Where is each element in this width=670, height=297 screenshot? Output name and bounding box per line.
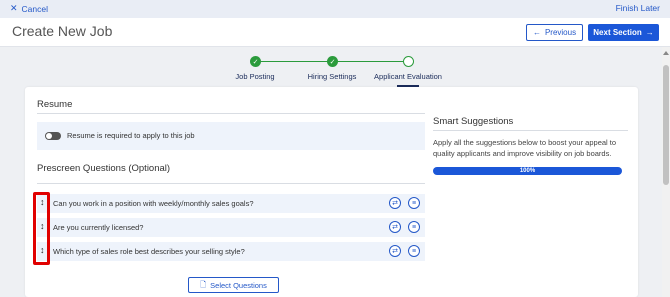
question-details-icon[interactable]: ≡	[408, 197, 420, 209]
page-header: Create New Job ← Previous Next Section →	[0, 18, 670, 47]
page-title: Create New Job	[12, 23, 113, 39]
question-details-icon[interactable]: ≡	[408, 221, 420, 233]
evaluation-card: Resume Resume is required to apply to th…	[25, 87, 638, 297]
question-text: Which type of sales role best describes …	[53, 247, 245, 256]
progress-label: 100%	[519, 168, 536, 174]
scroll-up-icon[interactable]	[663, 51, 669, 55]
previous-label: Previous	[544, 28, 577, 37]
cancel-label: Cancel	[21, 3, 49, 14]
edit-question-icon[interactable]: ⇄	[389, 221, 401, 233]
question-row: ↕ Are you currently licensed? ⇄ ≡	[37, 218, 425, 237]
close-icon: ✕	[10, 3, 18, 13]
arrow-left-icon: ←	[532, 28, 541, 37]
select-questions-button[interactable]: 🗋 Select Questions	[188, 277, 279, 293]
prescreen-section-title: Prescreen Questions (Optional)	[37, 163, 171, 174]
suggestions-progress-bar: 100%	[433, 167, 622, 175]
smart-suggestions-title: Smart Suggestions	[433, 116, 514, 127]
resume-setting: Resume is required to apply to this job	[37, 122, 425, 150]
select-questions-label: Select Questions	[210, 280, 267, 290]
step-connector	[338, 61, 404, 62]
question-row: ↕ Can you work in a position with weekly…	[37, 194, 425, 213]
question-details-icon[interactable]: ≡	[408, 245, 420, 257]
next-label: Next Section	[593, 28, 642, 37]
step-hiring-settings[interactable]: Hiring Settings	[308, 72, 357, 81]
divider	[37, 113, 425, 114]
step-applicant-evaluation[interactable]: Applicant Evaluation	[374, 72, 442, 81]
page-scrollbar[interactable]	[662, 47, 670, 297]
edit-question-icon[interactable]: ⇄	[389, 245, 401, 257]
question-row: ↕ Which type of sales role best describe…	[37, 242, 425, 261]
question-text: Can you work in a position with weekly/m…	[53, 199, 254, 208]
resume-required-toggle[interactable]	[45, 132, 61, 140]
resume-toggle-label: Resume is required to apply to this job	[67, 131, 195, 140]
drag-handles-highlight	[33, 192, 50, 265]
divider	[433, 130, 628, 131]
top-bar: ✕ Cancel Finish Later	[0, 0, 670, 18]
divider	[37, 183, 425, 184]
smart-suggestions-description: Apply all the suggestions below to boost…	[433, 138, 617, 158]
document-icon: 🗋	[200, 279, 207, 289]
progress-stepper: ✓ ✓ Job Posting Hiring Settings Applican…	[0, 52, 662, 87]
previous-button[interactable]: ← Previous	[526, 24, 583, 41]
check-icon: ✓	[250, 56, 261, 67]
finish-later-link[interactable]: Finish Later	[616, 3, 660, 13]
cancel-link[interactable]: ✕ Cancel	[10, 3, 48, 14]
question-text: Are you currently licensed?	[53, 223, 144, 232]
next-section-button[interactable]: Next Section →	[588, 24, 659, 41]
scrollbar-thumb[interactable]	[663, 65, 669, 185]
step-job-posting[interactable]: Job Posting	[235, 72, 274, 81]
resume-section-title: Resume	[37, 99, 73, 110]
arrow-right-icon: →	[645, 28, 654, 37]
current-step-icon	[403, 56, 414, 67]
check-icon: ✓	[327, 56, 338, 67]
step-connector	[261, 61, 333, 62]
edit-question-icon[interactable]: ⇄	[389, 197, 401, 209]
